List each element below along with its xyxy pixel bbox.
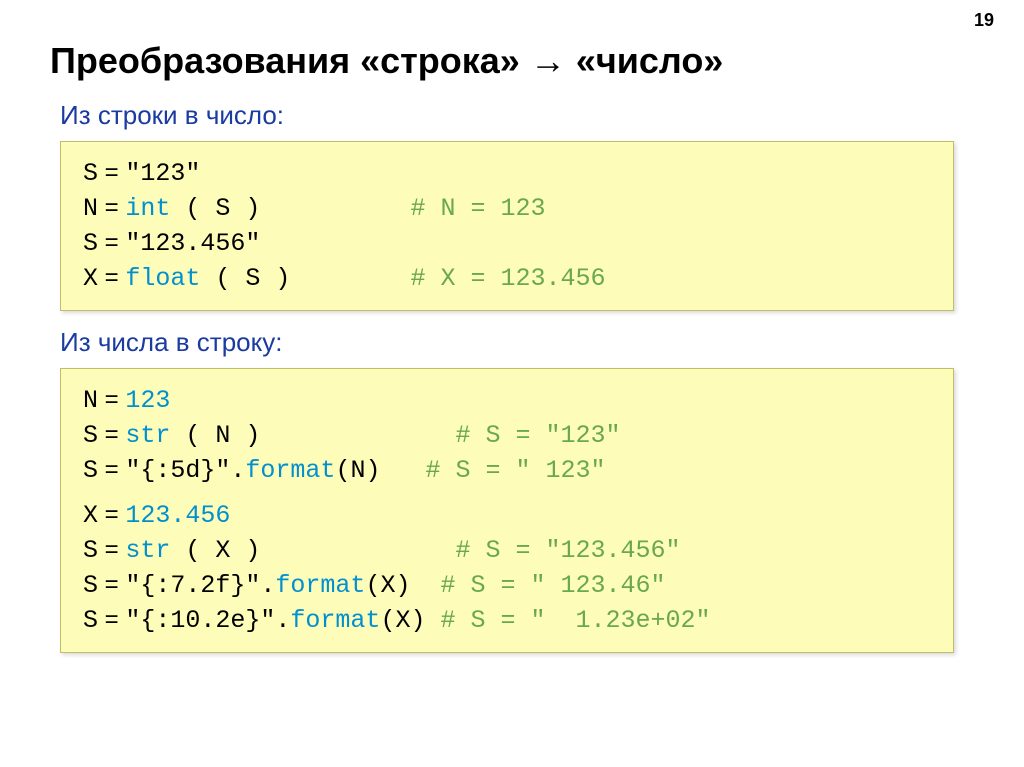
slide-content: Преобразования «строка» → «число» Из стр… — [0, 0, 1024, 689]
code-line: N = int ( S ) # N = 123 — [83, 191, 931, 226]
comment: # S = " 1.23e+02" — [440, 606, 710, 635]
var: S — [83, 229, 98, 258]
comment: # S = " 123" — [425, 456, 605, 485]
args: ( S ) — [170, 194, 260, 223]
var: S — [83, 421, 98, 450]
code-line: S = str ( X ) # S = "123.456" — [83, 533, 931, 568]
code-line: S = "{:5d}".format(N) # S = " 123" — [83, 453, 931, 488]
code-line: S = "123.456" — [83, 226, 931, 261]
comment: # N = 123 — [410, 194, 545, 223]
page-number: 19 — [974, 10, 994, 31]
var: X — [83, 264, 98, 293]
code-line: S = "123" — [83, 156, 931, 191]
number-literal: 123 — [125, 386, 170, 415]
keyword: int — [125, 194, 170, 223]
keyword: str — [125, 536, 170, 565]
comment: # S = " 123.46" — [440, 571, 665, 600]
comment: # S = "123.456" — [455, 536, 680, 565]
slide-title: Преобразования «строка» → «число» — [50, 40, 974, 82]
keyword: format — [275, 571, 365, 600]
args: ( S ) — [200, 264, 290, 293]
title-text-pre: Преобразования «строка» — [50, 40, 530, 81]
args: ( N ) — [170, 421, 260, 450]
keyword: float — [125, 264, 200, 293]
args: (X) — [380, 606, 425, 635]
keyword: str — [125, 421, 170, 450]
var: S — [83, 456, 98, 485]
arrow-icon: → — [530, 40, 566, 81]
args: (X) — [365, 571, 410, 600]
code-line: S = str ( N ) # S = "123" — [83, 418, 931, 453]
code-line: S = "{:7.2f}".format(X) # S = " 123.46" — [83, 568, 931, 603]
code-line: N = 123 — [83, 383, 931, 418]
code-line: X = float ( S ) # X = 123.456 — [83, 261, 931, 296]
subtitle-str-to-num: Из строки в число: — [60, 100, 974, 131]
var: S — [83, 606, 98, 635]
string-literal: "123.456" — [125, 229, 260, 258]
string-literal: "{:10.2e}" — [125, 606, 275, 635]
string-literal: "123" — [125, 159, 200, 188]
comment: # X = 123.456 — [410, 264, 605, 293]
title-text-post: «число» — [566, 40, 723, 81]
var: N — [83, 386, 98, 415]
code-line: S = "{:10.2e}".format(X) # S = " 1.23e+0… — [83, 603, 931, 638]
subtitle-num-to-str: Из числа в строку: — [60, 327, 974, 358]
keyword: format — [290, 606, 380, 635]
var: S — [83, 571, 98, 600]
comment: # S = "123" — [455, 421, 620, 450]
args: ( X ) — [170, 536, 260, 565]
code-line: X = 123.456 — [83, 498, 931, 533]
number-literal: 123.456 — [125, 501, 230, 530]
string-literal: "{:7.2f}" — [125, 571, 260, 600]
var: S — [83, 159, 98, 188]
var: N — [83, 194, 98, 223]
code-block-num-to-str: N = 123 S = str ( N ) # S = "123" S = "{… — [60, 368, 954, 653]
code-block-str-to-num: S = "123" N = int ( S ) # N = 123 S = "1… — [60, 141, 954, 311]
var: S — [83, 536, 98, 565]
string-literal: "{:5d}" — [125, 456, 230, 485]
args: (N) — [335, 456, 380, 485]
keyword: format — [245, 456, 335, 485]
var: X — [83, 501, 98, 530]
